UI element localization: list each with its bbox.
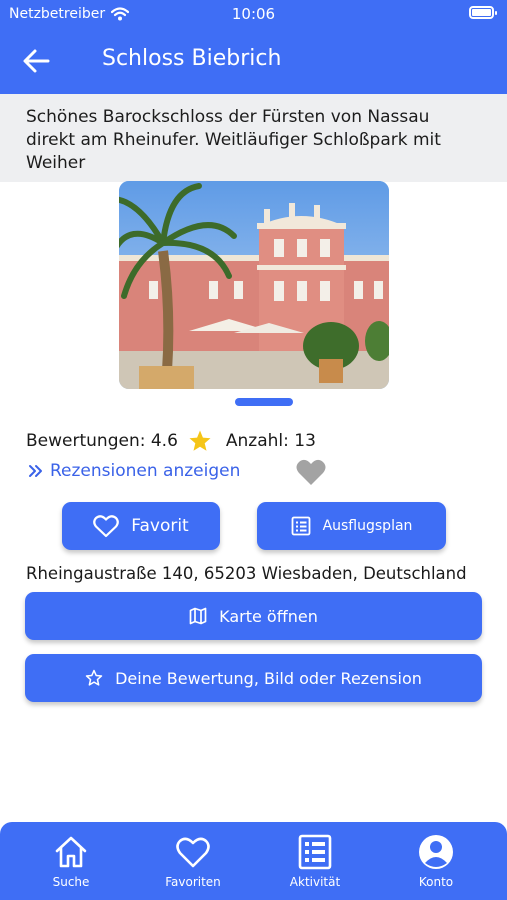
open-map-button-label: Karte öffnen [219,606,318,626]
heart-icon [176,837,210,868]
double-chevron-right-icon [29,465,42,477]
status-bar: Netzbetreiber 10:06 [0,0,507,28]
rating-label: Bewertungen: 4.6 [26,431,178,451]
heart-icon [296,459,326,485]
castle-photo-image [119,181,389,389]
status-time: 10:06 [231,5,276,23]
tab-suche[interactable]: Suche [21,822,121,900]
trip-plan-button-label: Ausflugsplan [322,518,413,534]
list-icon [291,516,310,536]
arrow-left-icon [23,49,50,73]
add-review-button[interactable]: Deine Bewertung, Bild oder Rezension [25,654,482,702]
add-review-button-label: Deine Bewertung, Bild oder Rezension [115,668,422,688]
open-map-button[interactable]: Karte öffnen [25,592,482,640]
tab-konto[interactable]: Konto [386,822,486,900]
map-icon [189,607,207,625]
favorite-button[interactable]: Favorit [62,502,220,550]
address-text: Rheingaustraße 140, 65203 Wiesbaden, Deu… [26,564,467,583]
battery-icon [469,6,497,19]
place-photo[interactable] [119,181,389,389]
favorite-button-label: Favorit [131,516,189,536]
tab-aktivitaet-label: Aktivität [289,875,341,889]
favorite-toggle[interactable] [296,458,326,486]
trip-plan-button[interactable]: Ausflugsplan [257,502,446,550]
star-icon [188,429,212,453]
tab-favoriten-label: Favoriten [165,875,221,889]
tab-konto-label: Konto [418,875,454,889]
rating-count: Anzahl: 13 [225,431,316,451]
image-pager-indicator[interactable] [235,398,293,406]
account-icon [419,835,453,869]
page-title: Schloss Biebrich [102,46,282,71]
show-reviews-link[interactable]: Rezensionen anzeigen [28,461,240,481]
app-header: Netzbetreiber 10:06 Schloss Biebrich [0,0,507,94]
heart-outline-icon [93,515,120,538]
home-icon [55,836,87,868]
star-outline-icon [85,669,103,686]
tab-aktivitaet[interactable]: Aktivität [265,822,365,900]
place-description: Schönes Barockschloss der Fürsten von Na… [0,94,507,182]
back-button[interactable] [20,44,54,78]
show-reviews-label: Rezensionen anzeigen [50,461,241,481]
bottom-tab-bar: Suche Favoriten Aktivität Konto [0,822,507,900]
tab-suche-label: Suche [52,875,90,889]
list-icon [298,834,332,870]
rating-summary: Bewertungen: 4.6 Anzahl: 13 [26,429,316,453]
tab-favoriten[interactable]: Favoriten [143,822,243,900]
